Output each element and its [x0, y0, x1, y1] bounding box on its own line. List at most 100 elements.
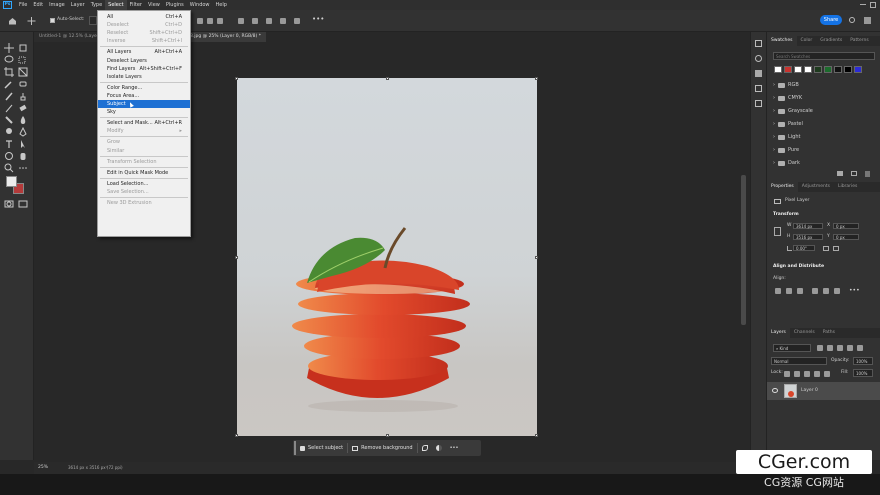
search-icon[interactable]	[849, 17, 855, 23]
menu-image[interactable]: Image	[46, 0, 68, 10]
hand-tool-icon[interactable]	[18, 151, 28, 161]
menu-layer[interactable]: Layer	[68, 0, 88, 10]
select-menu-item-load-selection[interactable]: Load Selection...	[98, 180, 190, 188]
swatch-folder-pure[interactable]: › Pure	[773, 145, 799, 155]
swatch-6[interactable]	[834, 66, 842, 73]
select-menu-item-deselect-layers[interactable]: Deselect Layers	[98, 57, 190, 65]
select-menu-item-similar[interactable]: Similar	[98, 147, 190, 155]
select-menu-item-grow[interactable]: Grow	[98, 138, 190, 146]
tab-adjustments[interactable]: Adjustments	[798, 182, 834, 192]
transform-handle-ml[interactable]	[235, 256, 238, 259]
quick-mask-icon[interactable]	[4, 199, 14, 209]
menu-help[interactable]: Help	[213, 0, 230, 10]
swatch-search-input[interactable]: Search Swatches	[773, 52, 875, 60]
filter-shape-icon[interactable]	[847, 345, 853, 351]
select-menu-item-color-range[interactable]: Color Range...	[98, 84, 190, 92]
align-middle-icon[interactable]	[252, 18, 258, 24]
align-bottom-icon[interactable]	[266, 18, 272, 24]
align-right-icon[interactable]	[217, 18, 223, 24]
new-swatch-icon[interactable]	[851, 171, 857, 176]
auto-select-checkbox[interactable]	[50, 18, 55, 23]
tab-channels[interactable]: Channels	[790, 328, 819, 338]
path-selection-tool-icon[interactable]	[18, 139, 28, 149]
layer-filter-kind[interactable]: ⌕ Kind	[773, 344, 811, 352]
tab-gradients[interactable]: Gradients	[816, 36, 846, 46]
transform-button[interactable]	[418, 442, 432, 454]
lock-pixels-icon[interactable]	[794, 371, 800, 377]
transform-handle-mr[interactable]	[535, 256, 538, 259]
select-menu-item-select-and-mask[interactable]: Select and Mask... Alt+Ctrl+R	[98, 119, 190, 127]
transform-handle-tl[interactable]	[235, 77, 238, 80]
swatch-folder-grayscale[interactable]: › Grayscale	[773, 106, 813, 116]
align-vertical-centers-icon[interactable]	[823, 288, 829, 294]
libraries-panel-icon[interactable]	[755, 70, 762, 77]
align-top-icon[interactable]	[238, 18, 244, 24]
color-panel-icon[interactable]	[755, 55, 762, 62]
vertical-scrollbar[interactable]	[741, 175, 746, 325]
dodge-tool-icon[interactable]	[4, 127, 14, 137]
filter-type-icon[interactable]	[837, 345, 843, 351]
tab-properties[interactable]: Properties	[767, 182, 798, 192]
align-top-edges-icon[interactable]	[812, 288, 818, 294]
align-bottom-edges-icon[interactable]	[834, 288, 840, 294]
link-icon[interactable]	[774, 227, 781, 236]
remove-background-button[interactable]: Remove background	[348, 442, 416, 454]
select-menu-item-transform-selection[interactable]: Transform Selection	[98, 158, 190, 166]
align-horizontal-centers-icon[interactable]	[786, 288, 792, 294]
menu-window[interactable]: Window	[187, 0, 213, 10]
swatch-4[interactable]	[814, 66, 822, 73]
select-menu-item-subject[interactable]: Subject	[98, 100, 190, 108]
foreground-color-swatch[interactable]	[6, 176, 17, 187]
filter-pixel-icon[interactable]	[817, 345, 823, 351]
flip-vertical-icon[interactable]	[833, 246, 839, 251]
select-menu-item-inverse[interactable]: Inverse Shift+Ctrl+I	[98, 37, 190, 45]
zoom-tool-icon[interactable]	[4, 163, 14, 173]
select-menu-item-all[interactable]: All Ctrl+A	[98, 13, 190, 21]
tab-color[interactable]: Color	[797, 36, 817, 46]
menu-type[interactable]: Type	[88, 0, 105, 10]
menu-edit[interactable]: Edit	[30, 0, 46, 10]
transform-handle-tr[interactable]	[535, 77, 538, 80]
swatch-7[interactable]	[844, 66, 852, 73]
home-icon[interactable]	[8, 17, 17, 25]
transform-handle-bl[interactable]	[235, 434, 238, 437]
select-menu-item-find-layers[interactable]: Find Layers Alt+Shift+Ctrl+F	[98, 65, 190, 73]
align-distribute-header[interactable]: Align and Distribute	[773, 264, 824, 269]
select-menu-item-edit-in-quick-mask-mode[interactable]: Edit in Quick Mask Mode	[98, 169, 190, 177]
paragraph-panel-icon[interactable]	[755, 100, 762, 107]
lasso-tool-icon[interactable]	[4, 55, 14, 65]
swatch-0[interactable]	[774, 66, 782, 73]
swatch-folder-dark[interactable]: › Dark	[773, 158, 800, 168]
angle-field[interactable]: 0.00°	[793, 245, 815, 251]
select-menu-item-save-selection[interactable]: Save Selection...	[98, 188, 190, 196]
document-size[interactable]: 3614 px x 3516 px (72 ppi)	[68, 465, 123, 470]
zoom-level[interactable]: 25%	[38, 465, 48, 470]
menu-select[interactable]: Select	[105, 0, 127, 10]
distribute-icon[interactable]	[280, 18, 286, 24]
tab-swatches[interactable]: Swatches	[767, 36, 797, 46]
menu-file[interactable]: File	[16, 0, 30, 10]
height-field[interactable]: 3516 px	[793, 234, 823, 240]
move-tool-icon[interactable]	[4, 43, 14, 53]
swatch-2[interactable]	[794, 66, 802, 73]
pen-tool-icon[interactable]	[18, 126, 28, 137]
transform-header[interactable]: Transform	[773, 212, 799, 217]
crop-tool-icon[interactable]	[4, 67, 14, 77]
distribute-vertical-icon[interactable]	[294, 18, 300, 24]
blend-mode-select[interactable]: Normal	[771, 357, 827, 365]
x-field[interactable]: 0 px	[833, 223, 859, 229]
layer-row-layer-0[interactable]: Layer 0	[767, 382, 880, 400]
align-left-icon[interactable]	[197, 18, 203, 24]
transform-handle-br[interactable]	[535, 434, 538, 437]
document-image[interactable]	[237, 78, 537, 436]
select-menu-item-all-layers[interactable]: All Layers Alt+Ctrl+A	[98, 48, 190, 56]
filter-smart-icon[interactable]	[857, 345, 863, 351]
transform-handle-bc[interactable]	[386, 434, 389, 437]
select-menu-item-modify[interactable]: Modify ▸	[98, 127, 190, 135]
align-right-edges-icon[interactable]	[797, 288, 803, 294]
transform-handle-tc[interactable]	[386, 77, 389, 80]
history-panel-icon[interactable]	[755, 40, 762, 47]
shape-tool-icon[interactable]	[4, 151, 14, 161]
select-subject-button[interactable]: Select subject	[296, 442, 347, 454]
swatch-5[interactable]	[824, 66, 832, 73]
